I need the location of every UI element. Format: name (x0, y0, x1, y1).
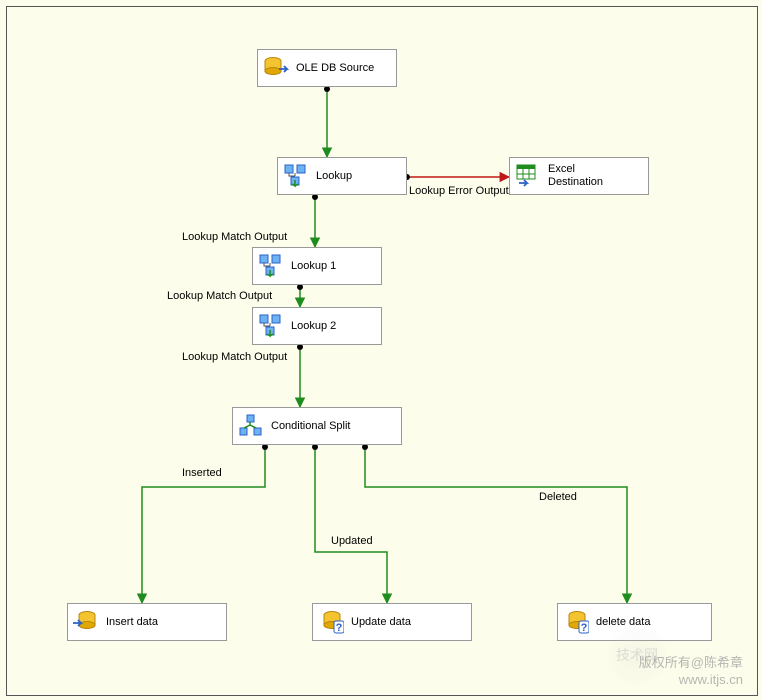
excel-destination-icon (514, 162, 542, 190)
svg-text:?: ? (581, 622, 588, 634)
edge-label-lookup-match2: Lookup Match Output (167, 290, 272, 302)
node-update-data[interactable]: ? Update data (312, 603, 472, 641)
node-lookup2[interactable]: Lookup 2 (252, 307, 382, 345)
node-lookup[interactable]: Lookup (277, 157, 407, 195)
node-label: Insert data (106, 616, 158, 628)
lookup-icon (257, 312, 285, 340)
node-insert-data[interactable]: Insert data (67, 603, 227, 641)
node-label: Lookup (316, 170, 352, 182)
connectors-layer (7, 7, 757, 695)
ole-db-command-icon: ? (317, 608, 345, 636)
edge-label-lookup-match1: Lookup Match Output (182, 231, 287, 243)
database-destination-icon (72, 608, 100, 636)
watermark-copyright: 版权所有@陈希章 (639, 652, 743, 671)
node-label: OLE DB Source (296, 62, 374, 74)
diagram-canvas: OLE DB Source Lookup Excel Destination (6, 6, 758, 696)
node-label: Update data (351, 616, 411, 628)
node-conditional-split[interactable]: Conditional Split (232, 407, 402, 445)
ole-db-command-icon: ? (562, 608, 590, 636)
watermark-url: www.itjs.cn (679, 672, 743, 687)
node-excel-destination[interactable]: Excel Destination (509, 157, 649, 195)
svg-text:?: ? (336, 622, 343, 634)
database-source-icon (262, 54, 290, 82)
node-label: Lookup 2 (291, 320, 336, 332)
node-oledb-source[interactable]: OLE DB Source (257, 49, 397, 87)
edge-label-inserted: Inserted (182, 467, 222, 479)
conditional-split-icon (237, 412, 265, 440)
edge-label-lookup-match3: Lookup Match Output (182, 351, 287, 363)
edge-label-lookup-error: Lookup Error Output (409, 185, 509, 197)
node-lookup1[interactable]: Lookup 1 (252, 247, 382, 285)
edge-label-updated: Updated (331, 535, 373, 547)
lookup-icon (257, 252, 285, 280)
node-label: Excel Destination (548, 163, 603, 189)
node-label: Lookup 1 (291, 260, 336, 272)
lookup-icon (282, 162, 310, 190)
node-label: Conditional Split (271, 420, 351, 432)
edge-label-deleted: Deleted (539, 491, 577, 503)
